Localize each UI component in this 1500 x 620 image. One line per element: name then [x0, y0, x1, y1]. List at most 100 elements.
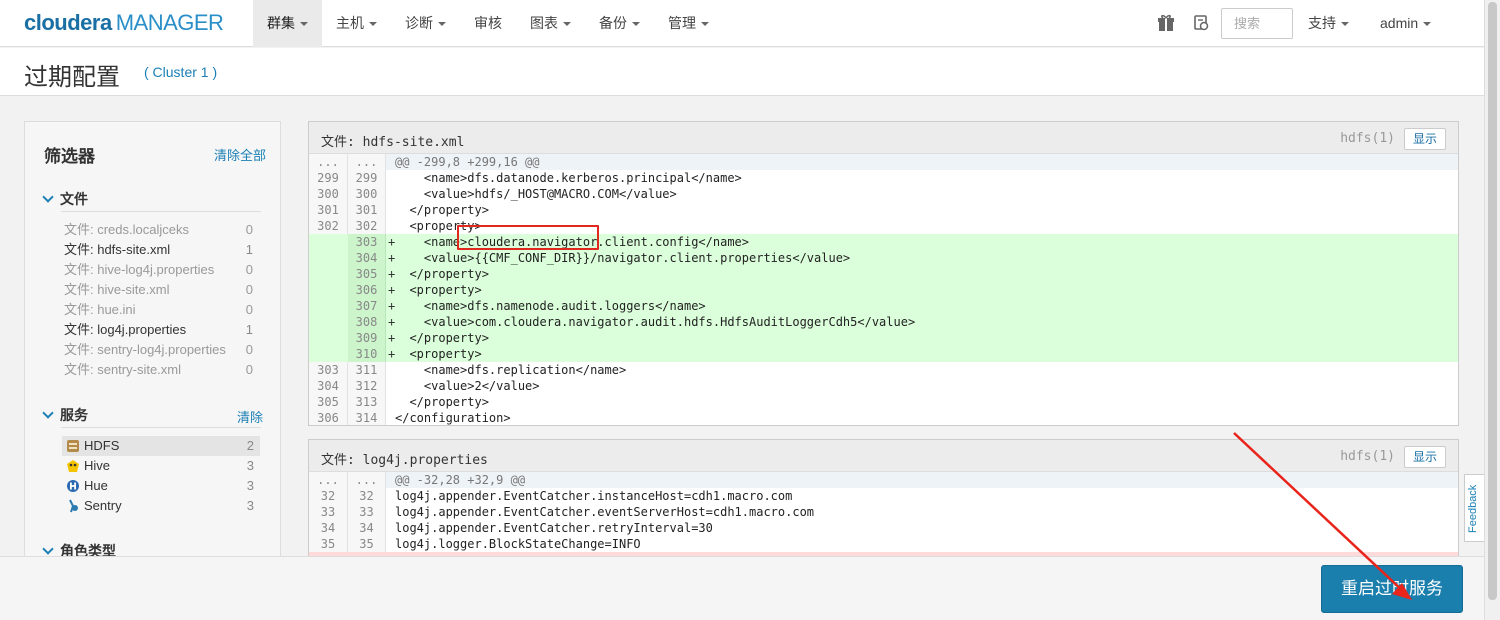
new-line-number: 307 [348, 298, 386, 314]
service-filter-count: 3 [246, 458, 254, 473]
new-line-number: 300 [348, 186, 386, 202]
nav-hosts[interactable]: 主机 [322, 0, 391, 47]
scrollbar-thumb[interactable] [1488, 2, 1497, 600]
vertical-scrollbar[interactable] [1484, 0, 1500, 620]
old-line-number: 302 [309, 218, 348, 234]
top-navbar: clouderaMANAGER 群集 主机 诊断 审核 图表 备份 管理 支持 … [0, 0, 1484, 47]
file-filter-count: 0 [245, 282, 253, 297]
service-filter-count: 2 [246, 438, 254, 453]
file-filter-count: 0 [245, 262, 253, 277]
hue-icon [67, 480, 79, 492]
old-line-number: ... [309, 154, 348, 170]
file-filter-hue-ini[interactable]: 文件: hue.ini 0 [64, 300, 260, 320]
nav-user-menu[interactable]: admin [1380, 0, 1432, 47]
file-filter-hdfs-site[interactable]: 文件: hdfs-site.xml 1 [64, 240, 260, 260]
restart-stale-services-button[interactable]: 重启过时服务 [1321, 565, 1463, 613]
nav-diagnostics-label: 诊断 [405, 15, 433, 31]
diff-line: 306 + <property> [309, 282, 1458, 298]
new-line-number: 312 [348, 378, 386, 394]
diff-line: 304 312 <value>2</value> [309, 378, 1458, 394]
search-input[interactable] [1221, 8, 1293, 39]
nav-administration[interactable]: 管理 [654, 0, 723, 47]
services-section-toggle[interactable]: 服务 [42, 405, 88, 425]
file-filter-sentry-log4j[interactable]: 文件: sentry-log4j.properties 0 [64, 340, 260, 360]
new-line-number: 313 [348, 394, 386, 410]
service-filter-count: 3 [246, 498, 254, 513]
old-line-number: 35 [309, 536, 348, 552]
cluster-link[interactable]: ( Cluster 1 ) [144, 64, 217, 80]
nav-backup-label: 备份 [599, 15, 627, 31]
nav-audits[interactable]: 审核 [460, 0, 516, 47]
new-line-number: 301 [348, 202, 386, 218]
diff-line-text: <name>dfs.datanode.kerberos.principal</n… [395, 171, 742, 185]
service-filter-label: HDFS [84, 438, 120, 453]
old-line-number: ... [309, 472, 348, 488]
diff-line: 305 313 </property> [309, 394, 1458, 410]
divider [61, 211, 261, 212]
diff-line: 299 299 <name>dfs.datanode.kerberos.princ… [309, 170, 1458, 186]
diff-line-text: <value>hdfs/_HOST@MACRO.COM</value> [395, 187, 677, 201]
service-filter-label: Hive [84, 458, 111, 473]
caret-down-icon [369, 22, 377, 27]
new-line-number: 34 [348, 520, 386, 536]
nav-diagnostics[interactable]: 诊断 [391, 0, 460, 47]
file-filter-label: 文件: hue.ini [64, 302, 136, 317]
nav-support[interactable]: 支持 [1308, 0, 1349, 47]
caret-down-icon [438, 22, 446, 27]
nav-charts[interactable]: 图表 [516, 0, 585, 47]
cloudera-manager-logo[interactable]: cloudera MANAGER [24, 10, 224, 36]
old-line-number: 33 [309, 504, 348, 520]
running-commands-icon[interactable] [1192, 14, 1210, 32]
show-button[interactable]: 显示 [1404, 128, 1446, 150]
divider [61, 427, 261, 428]
service-filter-hue[interactable]: Hue 3 [62, 476, 260, 496]
file-filter-label: 文件: hive-log4j.properties [64, 262, 215, 277]
diff-line-text: </configuration> [395, 411, 511, 425]
show-button[interactable]: 显示 [1404, 446, 1446, 468]
file-filter-label: 文件: hdfs-site.xml [64, 242, 171, 257]
bottom-action-bar: 重启过时服务 [0, 556, 1484, 620]
file-filter-count: 0 [245, 362, 253, 377]
old-line-number: 32 [309, 488, 348, 504]
nav-clusters[interactable]: 群集 [253, 0, 322, 47]
nav-user-label: admin [1380, 15, 1419, 31]
file-filter-hive-site[interactable]: 文件: hive-site.xml 0 [64, 280, 260, 300]
file-filter-log4j[interactable]: 文件: log4j.properties 1 [64, 320, 260, 340]
file-filter-sentry-site[interactable]: 文件: sentry-site.xml 0 [64, 360, 260, 380]
parcel-gift-icon[interactable] [1157, 14, 1175, 32]
file-filter-count: 0 [245, 302, 253, 317]
hdfs-icon [67, 440, 79, 452]
services-clear-link[interactable]: 清除 [237, 407, 263, 426]
new-line-number: 32 [348, 488, 386, 504]
clear-all-link[interactable]: 清除全部 [214, 145, 266, 164]
feedback-tab[interactable]: Feedback [1464, 474, 1484, 542]
file-filter-hive-log4j[interactable]: 文件: hive-log4j.properties 0 [64, 260, 260, 280]
diff-line: 34 34 log4j.appender.EventCatcher.retryInt… [309, 520, 1458, 536]
chevron-down-icon [42, 407, 54, 419]
diff-line: ...... @@ -299,8 +299,16 @@ [309, 154, 1458, 170]
diff-line: 32 32 log4j.appender.EventCatcher.instance… [309, 488, 1458, 504]
files-section-toggle[interactable]: 文件 [42, 189, 88, 209]
diff-file-name: 文件: log4j.properties [321, 453, 488, 468]
old-line-number: 301 [309, 202, 348, 218]
old-line-number: 299 [309, 170, 348, 186]
diff-line-text: </property> [395, 203, 489, 217]
sentry-icon [69, 499, 78, 513]
nav-charts-label: 图表 [530, 15, 558, 31]
caret-down-icon [563, 22, 571, 27]
service-filter-label: Hue [84, 478, 108, 493]
service-filter-hdfs[interactable]: HDFS 2 [62, 436, 260, 456]
diff-panel-header: 文件: hdfs-site.xml hdfs(1) 显示 [309, 122, 1458, 154]
caret-down-icon [1423, 22, 1432, 27]
feedback-label: Feedback [1467, 484, 1479, 533]
service-filter-sentry[interactable]: Sentry 3 [62, 496, 260, 516]
diff-line: 301 301 </property> [309, 202, 1458, 218]
nav-backup[interactable]: 备份 [585, 0, 654, 47]
nav-audits-label: 审核 [474, 15, 502, 31]
service-filter-count: 3 [246, 478, 254, 493]
service-filter-hive[interactable]: Hive 3 [62, 456, 260, 476]
diff-line-text: <property> [395, 283, 482, 297]
chevron-down-icon [42, 191, 54, 203]
file-filter-creds-localjceks[interactable]: 文件: creds.localjceks 0 [64, 220, 260, 240]
caret-down-icon [300, 22, 308, 27]
